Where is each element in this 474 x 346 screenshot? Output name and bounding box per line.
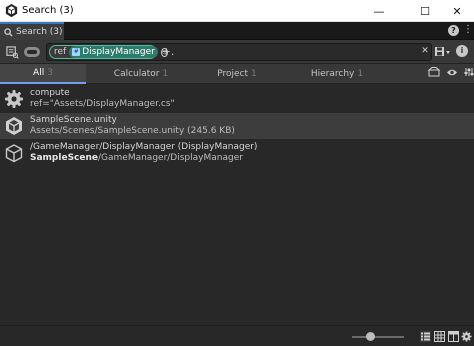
slider-thumb[interactable] — [365, 332, 375, 341]
list-view-icon[interactable] — [420, 331, 431, 342]
maximize-button[interactable]: ☐ — [406, 0, 444, 22]
list-item[interactable]: /GameManager/DisplayManager (DisplayMana… — [0, 140, 474, 166]
saved-searches-icon — [5, 45, 19, 59]
sliders-icon[interactable] — [464, 67, 474, 77]
grid-view-icon[interactable] — [434, 331, 445, 342]
minimize-button[interactable]: — — [360, 0, 398, 22]
add-filter-button[interactable]: +. — [161, 45, 175, 59]
unity-scene-icon — [6, 117, 22, 135]
table-view-icon[interactable] — [448, 331, 459, 342]
search-input[interactable]: ref # DisplayManager ⊙ +. — [46, 43, 432, 61]
tab-search[interactable]: Search (3) — [0, 22, 64, 40]
result-description: SampleScene/GameManager/DisplayManager — [30, 153, 243, 163]
save-search-button[interactable] — [434, 44, 452, 60]
result-description: ref="Assets/DisplayManager.cs" — [30, 99, 175, 109]
tab-count: 1 — [251, 69, 257, 79]
search-toolbar: ref # DisplayManager ⊙ +. — [0, 40, 474, 64]
ref-filter-chip[interactable]: ref # DisplayManager ⊙ — [49, 45, 168, 59]
view-options — [428, 67, 474, 77]
tab-count: 3 — [47, 68, 53, 78]
query-builder-toggle[interactable] — [22, 44, 42, 60]
saved-searches-button[interactable] — [4, 44, 20, 60]
chip-value-box[interactable]: # DisplayManager — [69, 46, 158, 58]
gear-icon — [5, 90, 23, 108]
tab-hierarchy[interactable]: Hierarchy 1 — [294, 64, 380, 84]
provider-tabs: All 3 Calculator 1 Project 1 Hierarchy 1 — [0, 64, 474, 84]
chip-label: ref — [54, 47, 67, 57]
window-title: Search (3) — [22, 5, 74, 16]
list-item[interactable]: compute ref="Assets/DisplayManager.cs" — [0, 86, 474, 112]
help-icon[interactable]: ? — [448, 25, 459, 36]
result-description: Assets/Scenes/SampleScene.unity (245.6 K… — [30, 126, 235, 136]
search-icon — [4, 27, 13, 37]
script-asset-icon: # — [72, 48, 81, 56]
editor-tab-strip: Search (3) ? ⋮ — [0, 22, 474, 40]
more-menu-icon[interactable]: ⋮ — [463, 24, 473, 36]
tab-all[interactable]: All 3 — [0, 64, 86, 84]
tab-label: All — [33, 68, 45, 78]
result-title: SampleScene.unity — [30, 115, 117, 125]
unity-logo-icon — [5, 3, 18, 18]
clear-search-button[interactable]: ✕ — [420, 44, 430, 58]
list-item[interactable]: SampleScene.unity Assets/Scenes/SampleSc… — [0, 113, 474, 139]
tab-title: Search (3) — [16, 27, 63, 37]
eye-icon[interactable] — [446, 68, 458, 77]
scene-filter-icon[interactable] — [428, 67, 440, 77]
object-path: /GameManager/DisplayManager — [98, 153, 243, 163]
save-icon — [435, 47, 450, 56]
window-titlebar: Search (3) — ☐ ✕ — [0, 0, 474, 22]
status-bar — [0, 325, 474, 346]
tab-calculator[interactable]: Calculator 1 — [98, 64, 184, 84]
gameobject-cube-icon — [5, 144, 23, 163]
info-icon[interactable]: i — [456, 45, 468, 57]
results-list: compute ref="Assets/DisplayManager.cs" S… — [0, 85, 474, 325]
tab-label: Project — [217, 69, 249, 79]
tab-label: Calculator — [113, 69, 160, 79]
toggle-icon — [24, 47, 40, 57]
tab-count: 1 — [162, 69, 169, 79]
item-size-slider[interactable] — [352, 336, 404, 338]
gear-icon[interactable] — [461, 331, 472, 342]
close-button[interactable]: ✕ — [440, 0, 474, 22]
scene-name: SampleScene — [30, 153, 98, 163]
chip-value: DisplayManager — [82, 47, 155, 57]
tab-count: 1 — [357, 69, 364, 79]
result-title: compute — [30, 88, 70, 98]
tab-project[interactable]: Project 1 — [194, 64, 280, 84]
result-title: /GameManager/DisplayManager (DisplayMana… — [30, 142, 258, 152]
tab-label: Hierarchy — [310, 69, 355, 79]
